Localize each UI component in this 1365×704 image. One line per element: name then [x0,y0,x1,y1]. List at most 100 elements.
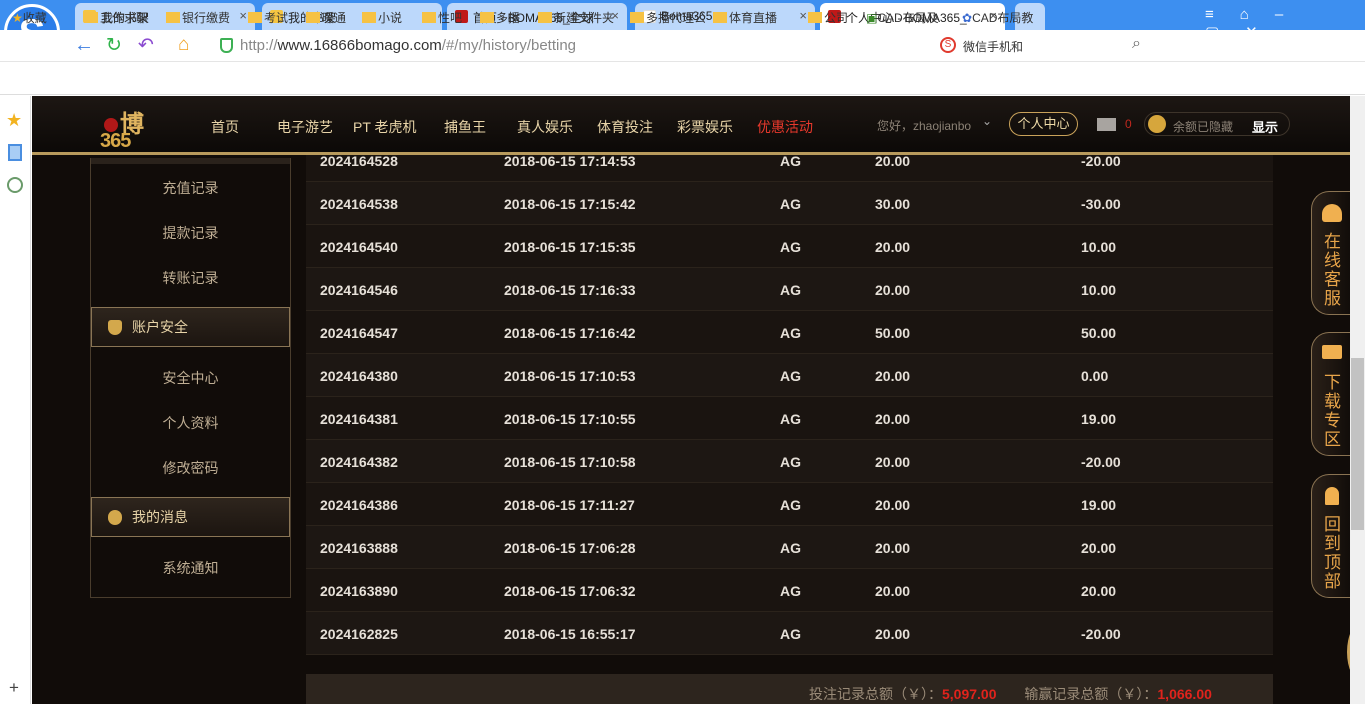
float-button[interactable]: 下载专区 [1311,332,1351,456]
bookmark-item[interactable]: ✿CAD布局教 [962,9,1033,26]
personal-center-button[interactable]: 个人中心 [1009,112,1078,136]
scrollbar-thumb[interactable] [1351,358,1364,530]
history-icon[interactable] [7,177,23,193]
nav-item[interactable]: 捕鱼王 [444,117,486,137]
site-logo[interactable]: 博 365 [94,102,178,152]
nav-item[interactable]: 电子游艺 [277,117,333,137]
table-row: 2024164386 2018-06-15 17:11:27 AG 20.00 19.0… [306,483,1273,526]
platform: AG [780,368,801,384]
bookmark-item[interactable]: 工作求职 [84,9,148,26]
sidebar-item[interactable]: 系统通知 [91,558,290,578]
folder-icon [630,12,644,23]
bet-amount: 30.00 [875,196,911,212]
bet-id: 2024164540 [320,239,398,255]
bookmark-item[interactable]: 考试 [248,9,288,26]
bookmark-label: 收藏 [22,11,47,25]
close-icon[interactable]: × [239,8,247,23]
browser-sidebar: ★ + [0,96,31,704]
bookmark-item[interactable]: 体育直播 [713,9,777,26]
sidebar-item[interactable]: 安全中心 [91,368,290,388]
shield-icon [108,320,122,335]
bet-time: 2018-06-15 17:14:53 [504,153,636,169]
bookmark-label: 暖通 [322,11,347,25]
folder-icon [84,12,98,23]
win-loss: 20.00 [1081,540,1117,556]
sidebar-header-security[interactable]: 账户安全 [91,307,290,347]
table-row: 2024163888 2018-06-15 17:06:28 AG 20.00 20.0… [306,526,1273,569]
bookmark-label: 新建文件夹 [554,11,615,25]
nav-item[interactable]: 真人娱乐 [517,117,573,137]
table-row: 2024163890 2018-06-15 17:06:32 AG 20.00 20.0… [306,569,1273,612]
bet-id: 2024164382 [320,454,398,470]
bookmark-label: 多播 [496,11,521,25]
bookmark-item[interactable]: 小说 [362,9,402,26]
win-loss: 19.00 [1081,411,1117,427]
back-icon[interactable]: ← [74,34,94,57]
bet-time: 2018-06-15 16:55:17 [504,626,636,642]
nav-item[interactable]: 彩票娱乐 [677,117,733,137]
browser-tab[interactable]: 我的书架× [262,3,442,30]
bookmark-item[interactable]: ★收藏 [12,9,47,26]
bet-time: 2018-06-15 17:10:55 [504,411,636,427]
mail-icon[interactable] [1097,118,1116,131]
nav-item[interactable]: 首页 [211,117,239,137]
bookmark-item[interactable]: ▣CAD布局及 [866,9,939,26]
star-icon: ★ [12,11,23,25]
nav-item[interactable]: 体育投注 [597,117,653,137]
nav-item[interactable]: 优惠活动 [757,117,813,137]
sidebar-item[interactable]: 充值记录 [91,178,290,198]
win-loss: -30.00 [1081,196,1121,212]
nav-item[interactable]: PT 老虎机 [353,117,417,137]
bet-time: 2018-06-15 17:16:33 [504,282,636,298]
bookmark-icon: ✿ [962,11,973,25]
win-loss: 10.00 [1081,239,1117,255]
bet-id: 2024164380 [320,368,398,384]
platform: AG [780,454,801,470]
bookmark-item[interactable]: 银行缴费 [166,9,230,26]
balance-box: 余额已隐藏 显示 [1144,112,1290,136]
sidebar-item[interactable]: 个人资料 [91,413,290,433]
undo-icon[interactable]: ↶ [138,34,154,57]
bet-amount: 20.00 [875,411,911,427]
search-input[interactable]: 微信手机和 [963,38,1023,55]
folder-icon [166,12,180,23]
coin-icon [1148,115,1166,133]
bookmark-item[interactable]: 多播代理公 [630,9,706,26]
bookmark-label: 多播代理公 [646,11,707,25]
win-total-label: 输赢记录总额（￥）： [1024,686,1158,702]
address-bar[interactable]: http://www.16866bomago.com/#/my/history/… [240,37,576,54]
bet-amount: 20.00 [875,454,911,470]
close-icon[interactable]: × [799,8,807,23]
add-icon[interactable]: + [9,678,19,698]
betting-history-table: 2024164528 2018-06-15 17:14:53 AG 20.00 -20.… [306,153,1273,655]
bet-time: 2018-06-15 17:16:42 [504,325,636,341]
bookmark-item[interactable]: 公司 [808,9,848,26]
search-icon[interactable]: ⌕ [1132,35,1141,53]
show-balance-button[interactable]: 显示 [1252,117,1278,136]
tablet-icon[interactable] [8,144,22,161]
bookmark-item[interactable]: 新建文件夹 [538,9,614,26]
search-engine-icon[interactable]: S [940,37,956,53]
star-icon[interactable]: ★ [6,110,22,131]
bet-amount: 20.00 [875,282,911,298]
chevron-down-icon[interactable]: ⌄ [982,114,992,128]
sidebar-item[interactable]: 提款记录 [91,223,290,243]
folder-icon [538,12,552,23]
bookmark-item[interactable]: 性吧 [422,9,462,26]
win-loss: 50.00 [1081,325,1117,341]
refresh-icon[interactable]: ↻ [106,34,122,57]
bet-amount: 20.00 [875,497,911,513]
bookmark-item[interactable]: 暖通 [306,9,346,26]
sidebar-item[interactable]: 修改密码 [91,458,290,478]
sidebar-header-messages[interactable]: 我的消息 [91,497,290,537]
user-greeting[interactable]: 您好，zhaojianbo [877,117,971,134]
win-loss: 20.00 [1081,583,1117,599]
bookmark-label: 小说 [378,11,403,25]
float-button[interactable]: 回到顶部 [1311,474,1351,598]
platform: AG [780,325,801,341]
bookmark-item[interactable]: 多播 [480,9,520,26]
float-button[interactable]: 在线客服 [1311,191,1351,315]
home-icon[interactable]: ⌂ [178,34,189,56]
folder-icon [306,12,320,23]
sidebar-item[interactable]: 转账记录 [91,268,290,288]
